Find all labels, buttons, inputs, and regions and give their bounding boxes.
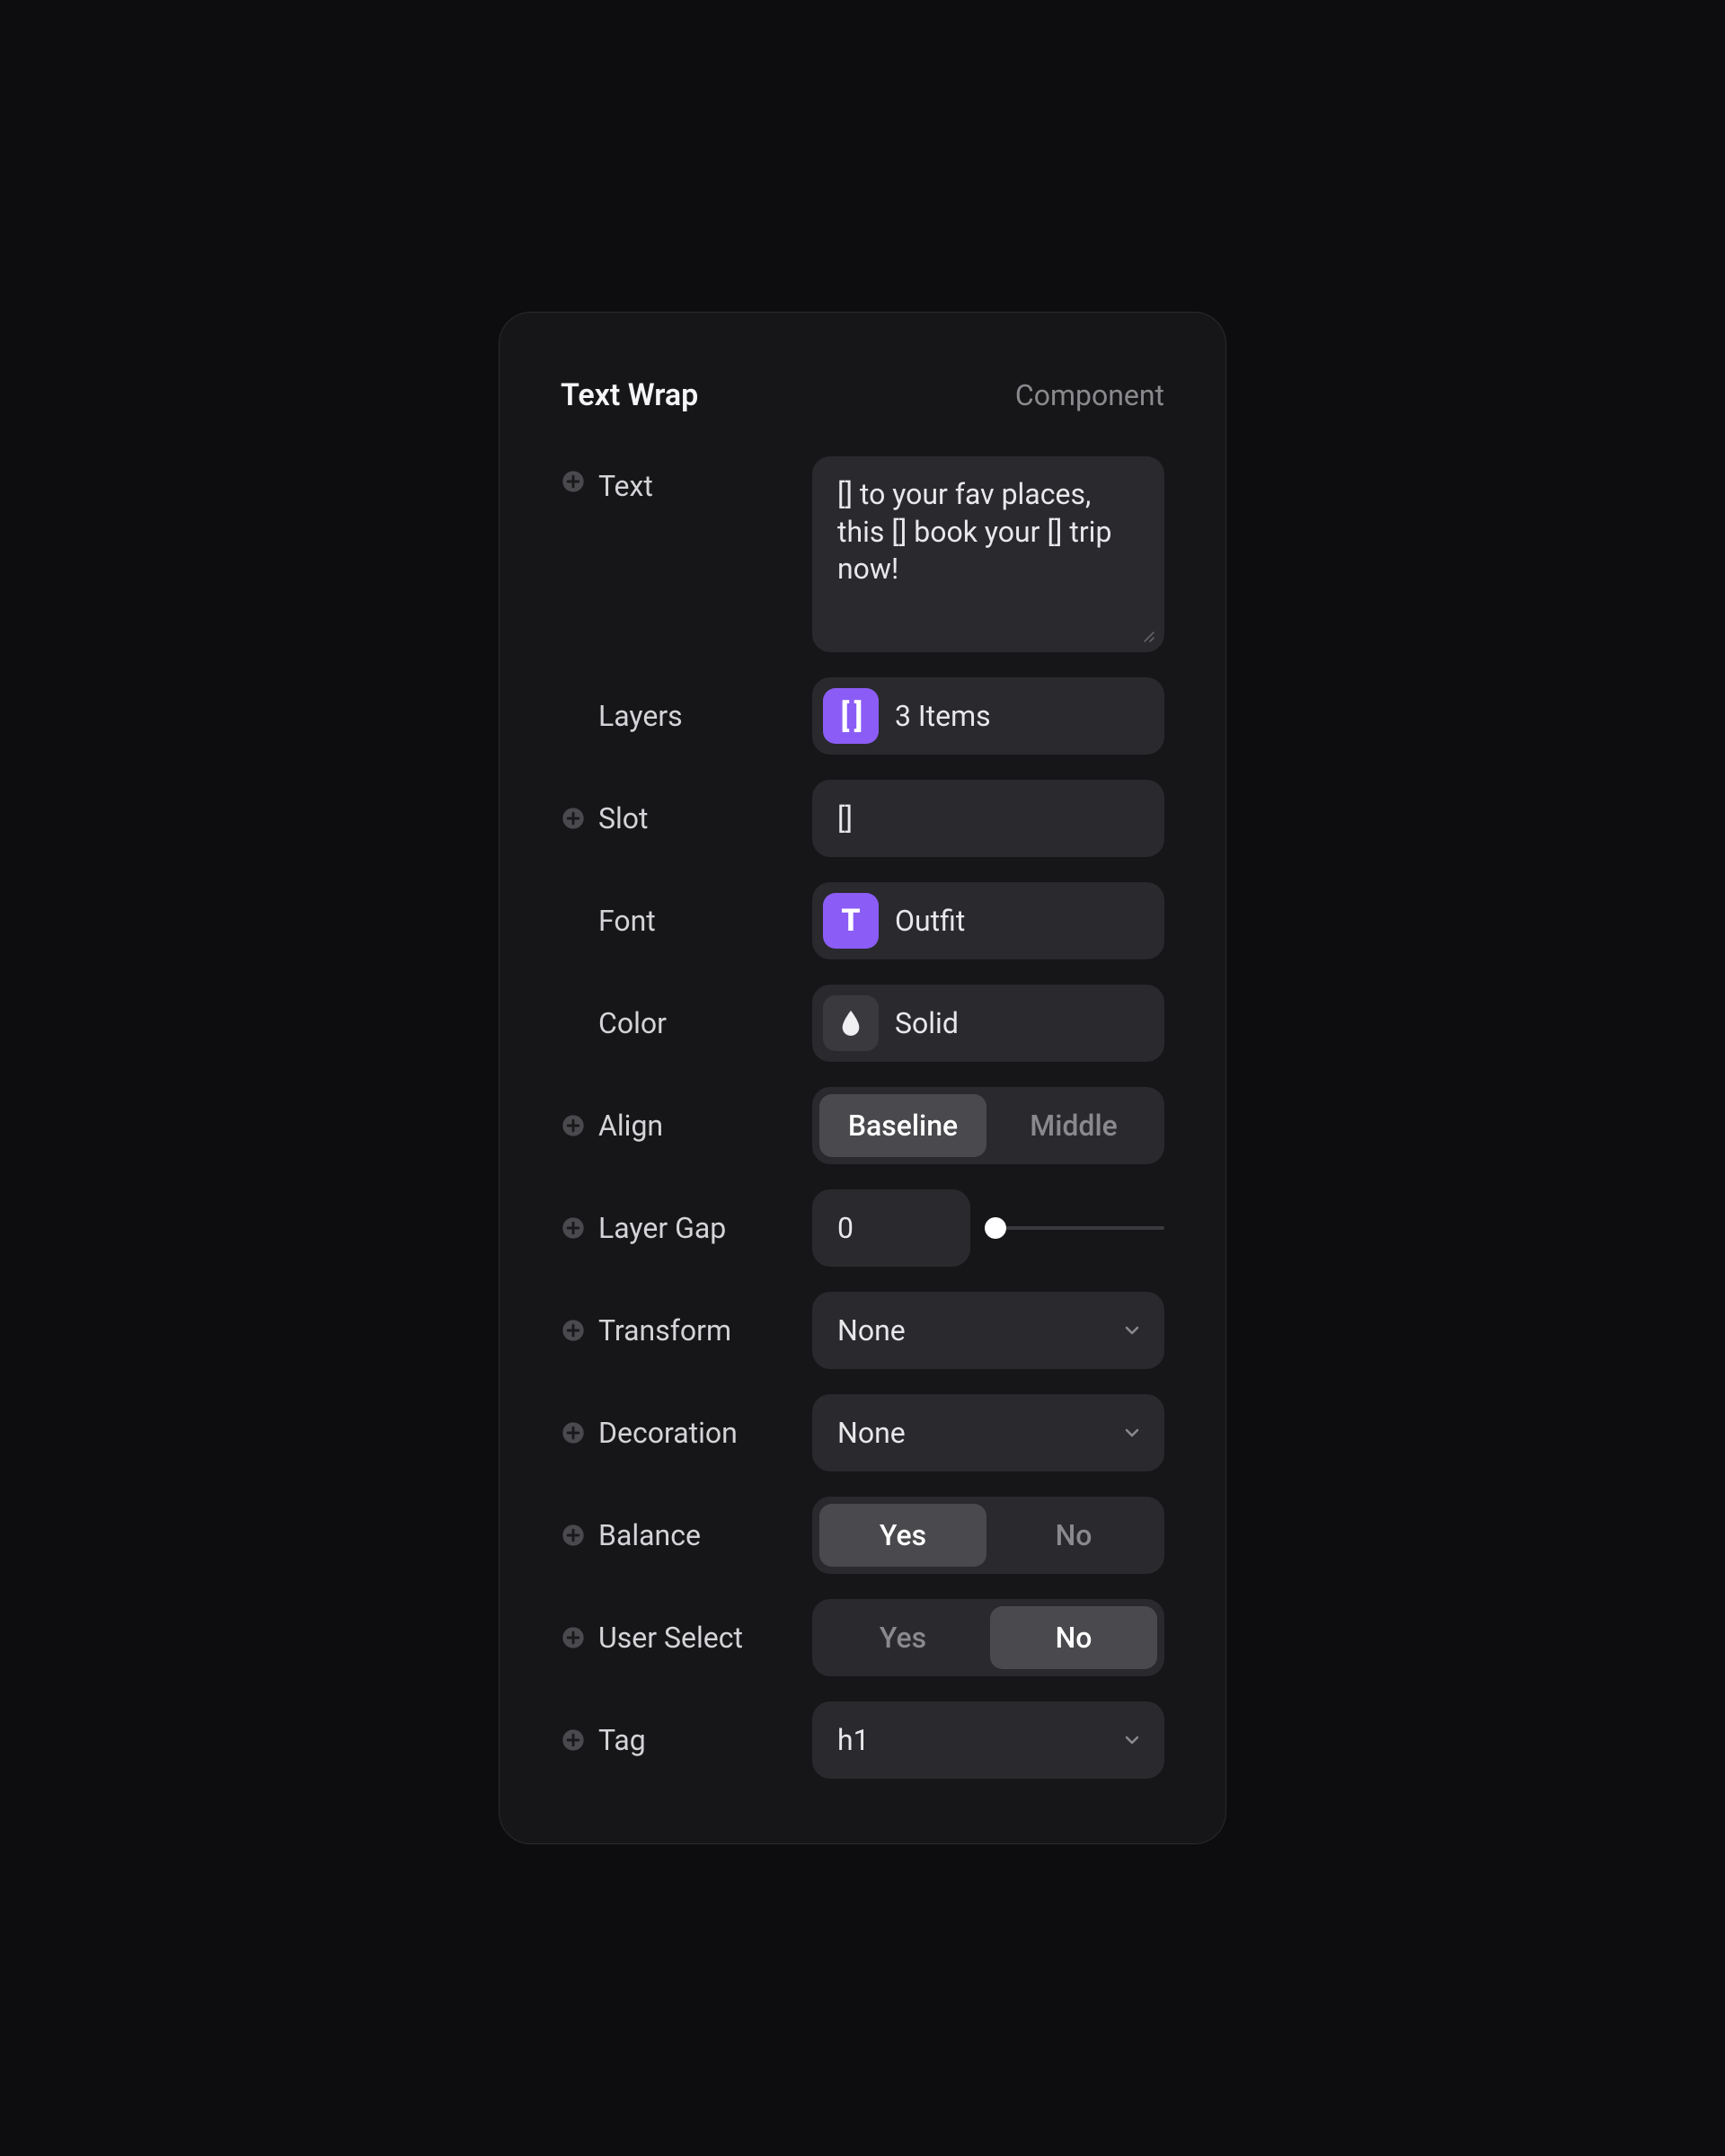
chevron-down-icon [1121, 1422, 1143, 1444]
slot-label: Slot [598, 801, 649, 835]
font-field[interactable]: T Outfit [812, 882, 1164, 959]
decoration-value: None [837, 1416, 906, 1450]
label-col: Decoration [561, 1394, 794, 1471]
font-value: Outfit [895, 904, 965, 938]
tag-value: h1 [837, 1723, 870, 1757]
layer-gap-label: Layer Gap [598, 1211, 726, 1245]
properties-panel: Text Wrap Component Text [] to your fav … [499, 312, 1226, 1844]
add-icon[interactable] [561, 1523, 586, 1548]
font-t-icon: T [823, 893, 879, 949]
font-label: Font [598, 904, 656, 938]
add-icon[interactable] [561, 469, 586, 494]
control-col: [ ] 3 Items [812, 677, 1164, 755]
label-col: Text [561, 456, 794, 534]
label-col: Color [561, 985, 794, 1062]
control-col: Yes No [812, 1497, 1164, 1574]
row-layers: Layers [ ] 3 Items [561, 677, 1164, 755]
spacer [561, 1011, 586, 1036]
user-select-label: User Select [598, 1621, 743, 1655]
control-col: Solid [812, 985, 1164, 1062]
label-col: Balance [561, 1497, 794, 1574]
panel-type-label: Component [1015, 378, 1164, 412]
layer-gap-input[interactable]: 0 [812, 1189, 970, 1267]
add-icon[interactable] [561, 806, 586, 831]
balance-no-button[interactable]: No [990, 1504, 1157, 1567]
label-col: Transform [561, 1292, 794, 1369]
tag-label: Tag [598, 1723, 646, 1757]
label-col: User Select [561, 1599, 794, 1676]
balance-label: Balance [598, 1518, 701, 1552]
row-balance: Balance Yes No [561, 1497, 1164, 1574]
row-font: Font T Outfit [561, 882, 1164, 959]
decoration-label: Decoration [598, 1416, 738, 1450]
label-col: Font [561, 882, 794, 959]
control-col: 0 [812, 1189, 1164, 1267]
row-layer-gap: Layer Gap 0 [561, 1189, 1164, 1267]
row-user-select: User Select Yes No [561, 1599, 1164, 1676]
user-select-segmented: Yes No [812, 1599, 1164, 1676]
droplet-icon [823, 995, 879, 1051]
control-col: None [812, 1394, 1164, 1471]
transform-select[interactable]: None [812, 1292, 1164, 1369]
slot-field[interactable]: [] [812, 780, 1164, 857]
row-text: Text [] to your fav places, this [] book… [561, 456, 1164, 652]
add-icon[interactable] [561, 1420, 586, 1445]
control-col: None [812, 1292, 1164, 1369]
control-col: T Outfit [812, 882, 1164, 959]
user-select-yes-button[interactable]: Yes [819, 1606, 986, 1669]
control-col: [] to your fav places, this [] book your… [812, 456, 1164, 652]
spacer [561, 703, 586, 729]
layers-field[interactable]: [ ] 3 Items [812, 677, 1164, 755]
chevron-down-icon [1121, 1729, 1143, 1751]
label-col: Tag [561, 1701, 794, 1779]
layers-label: Layers [598, 699, 683, 733]
user-select-no-button[interactable]: No [990, 1606, 1157, 1669]
align-segmented: Baseline Middle [812, 1087, 1164, 1164]
panel-title: Text Wrap [561, 377, 698, 413]
label-col: Align [561, 1087, 794, 1164]
add-icon[interactable] [561, 1215, 586, 1241]
layers-bracket-icon: [ ] [823, 688, 879, 744]
align-label: Align [598, 1109, 663, 1143]
color-field[interactable]: Solid [812, 985, 1164, 1062]
layers-value: 3 Items [895, 699, 991, 733]
control-col: Baseline Middle [812, 1087, 1164, 1164]
text-label: Text [598, 469, 653, 503]
transform-label: Transform [598, 1313, 731, 1348]
chevron-down-icon [1121, 1320, 1143, 1341]
control-col: Yes No [812, 1599, 1164, 1676]
spacer [561, 908, 586, 933]
row-align: Align Baseline Middle [561, 1087, 1164, 1164]
add-icon[interactable] [561, 1318, 586, 1343]
row-slot: Slot [] [561, 780, 1164, 857]
add-icon[interactable] [561, 1113, 586, 1138]
align-baseline-button[interactable]: Baseline [819, 1094, 986, 1157]
tag-select[interactable]: h1 [812, 1701, 1164, 1779]
label-col: Slot [561, 780, 794, 857]
add-icon[interactable] [561, 1625, 586, 1650]
transform-value: None [837, 1313, 906, 1348]
color-value: Solid [895, 1006, 959, 1040]
balance-yes-button[interactable]: Yes [819, 1504, 986, 1567]
decoration-select[interactable]: None [812, 1394, 1164, 1471]
row-tag: Tag h1 [561, 1701, 1164, 1779]
panel-header: Text Wrap Component [561, 377, 1164, 413]
textarea-wrap: [] to your fav places, this [] book your… [812, 456, 1164, 652]
color-label: Color [598, 1006, 667, 1040]
align-middle-button[interactable]: Middle [990, 1094, 1157, 1157]
add-icon[interactable] [561, 1727, 586, 1753]
label-col: Layer Gap [561, 1189, 794, 1267]
row-transform: Transform None [561, 1292, 1164, 1369]
slider-thumb[interactable] [985, 1217, 1006, 1239]
control-col: h1 [812, 1701, 1164, 1779]
row-decoration: Decoration None [561, 1394, 1164, 1471]
text-input[interactable]: [] to your fav places, this [] book your… [812, 456, 1164, 652]
balance-segmented: Yes No [812, 1497, 1164, 1574]
label-col: Layers [561, 677, 794, 755]
row-color: Color Solid [561, 985, 1164, 1062]
control-col: [] [812, 780, 1164, 857]
slot-value: [] [837, 801, 853, 835]
layer-gap-slider[interactable] [995, 1226, 1164, 1230]
